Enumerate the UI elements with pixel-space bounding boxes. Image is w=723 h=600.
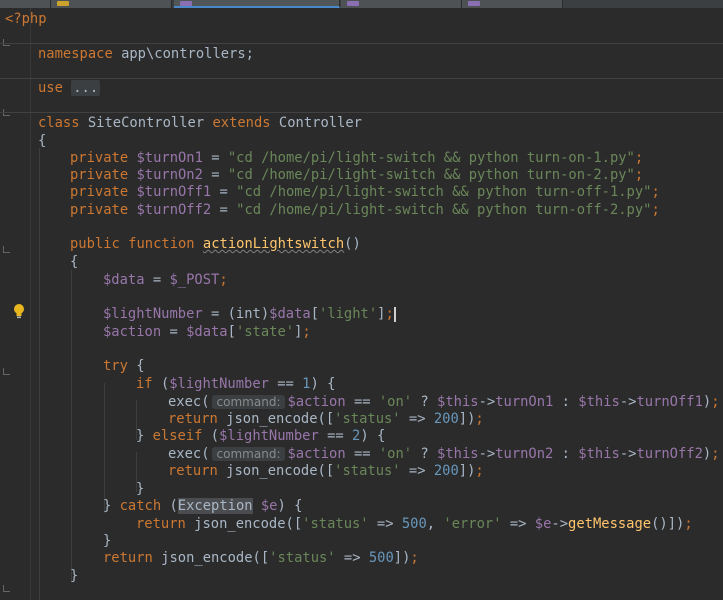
parameter-hint: command: — [211, 447, 286, 461]
code-line: $data = $_POST; — [103, 272, 228, 288]
parameter-hint: command: — [211, 395, 286, 409]
lightbulb-icon[interactable] — [13, 303, 25, 319]
code-line: return json_encode(['status' => 500, 'er… — [136, 516, 693, 532]
code-line: $action = $data['state']; — [103, 324, 311, 340]
fold-marker-icon[interactable] — [3, 246, 10, 253]
indent-guide — [39, 148, 40, 600]
code-line: } — [136, 481, 145, 497]
code-line: try { — [103, 358, 145, 374]
code-line: private $turnOff2 = "cd /home/pi/light-s… — [70, 202, 660, 218]
code-line: namespace app\controllers; — [38, 46, 254, 62]
code-line: if ($lightNumber == 1) { — [136, 376, 336, 392]
code-line: class SiteController extends Controller — [38, 115, 362, 131]
code-line: <?php — [5, 11, 47, 27]
editor-tab[interactable] — [462, 0, 563, 8]
code-line: private $turnOn1 = "cd /home/pi/light-sw… — [70, 150, 644, 166]
fold-marker-icon[interactable] — [3, 585, 10, 592]
code-line: return json_encode(['status' => 200]); — [168, 463, 484, 479]
editor-tab[interactable] — [51, 0, 172, 8]
text-caret — [393, 306, 396, 322]
code-line: return json_encode(['status' => 500]); — [103, 550, 419, 566]
code-line: { — [70, 254, 79, 270]
code-line: return json_encode(['status' => 200]); — [168, 411, 484, 427]
editor-tab[interactable] — [341, 0, 462, 8]
php-file-icon — [468, 1, 480, 6]
indent-guide — [104, 383, 105, 513]
js-file-icon — [57, 1, 69, 6]
code-line: { — [38, 133, 47, 149]
code-line: } elseif ($lightNumber == 2) { — [136, 428, 386, 444]
code-editor[interactable]: <?php namespace app\controllers; use ...… — [0, 8, 723, 600]
folded-region[interactable]: ... — [71, 80, 101, 96]
editor-tab-bar — [0, 0, 723, 8]
php-file-icon — [180, 1, 192, 6]
code-line: } catch (Exception $e) { — [103, 498, 303, 514]
section-separator — [0, 78, 723, 79]
indent-guide — [71, 270, 72, 582]
code-line: private $turnOn2 = "cd /home/pi/light-sw… — [70, 167, 644, 183]
php-file-icon — [347, 1, 359, 6]
fold-marker-icon[interactable] — [3, 368, 10, 375]
section-separator — [0, 112, 723, 113]
code-line: exec(command: $action == 'on' ? $this->tu… — [168, 394, 720, 410]
code-line-current: $lightNumber = (int)$data['light']; — [103, 306, 396, 322]
editor-tab-active[interactable] — [174, 0, 340, 8]
code-line: use ... — [38, 80, 101, 96]
code-line: } — [70, 568, 79, 584]
code-line: private $turnOff1 = "cd /home/pi/light-s… — [70, 184, 660, 200]
editor-tab[interactable] — [0, 0, 51, 8]
code-line: } — [103, 533, 112, 549]
code-line: exec(command: $action == 'on' ? $this->tu… — [168, 446, 720, 462]
code-line: public function actionLightswitch() — [70, 236, 361, 252]
section-separator — [0, 43, 723, 44]
